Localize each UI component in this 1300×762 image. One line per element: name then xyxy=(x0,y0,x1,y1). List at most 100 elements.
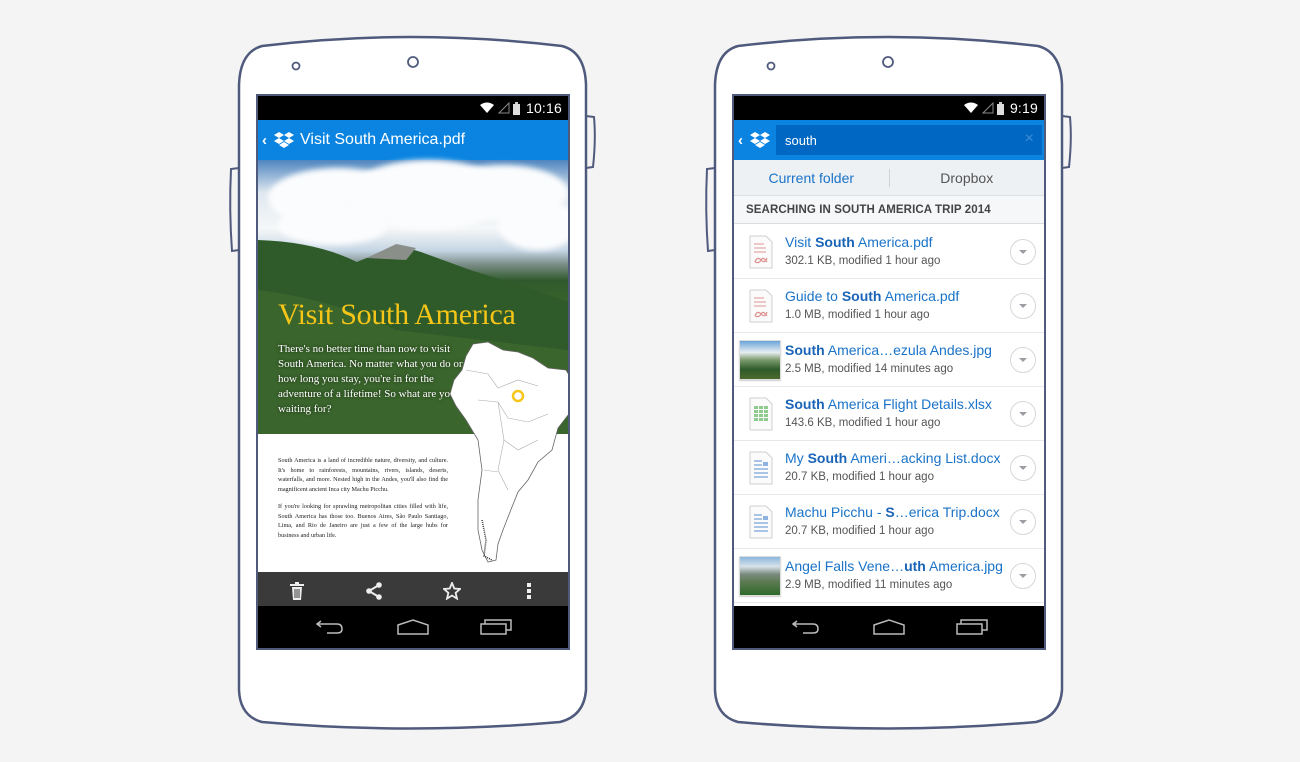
file-thumbnail xyxy=(744,450,776,486)
file-name-match: South xyxy=(807,450,848,466)
doc-intro: There's no better time than now to visit… xyxy=(278,343,463,415)
back-button[interactable]: ‹ xyxy=(262,132,272,149)
file-name-prefix: My xyxy=(785,450,808,466)
nav-recents-button[interactable] xyxy=(471,612,521,642)
doc-body: South America is a land of incredible na… xyxy=(278,456,448,548)
recents-icon xyxy=(480,619,513,635)
doc-heading: Visit South America xyxy=(278,298,516,331)
status-bar: 9:19 xyxy=(734,96,1044,120)
file-name-match: South xyxy=(785,342,825,358)
file-name-match: South xyxy=(815,234,855,250)
nav-home-button[interactable] xyxy=(388,612,438,642)
chevron-down-icon[interactable] xyxy=(1010,293,1036,319)
favorite-button[interactable] xyxy=(432,572,472,610)
status-time: 9:19 xyxy=(1009,100,1038,116)
dropbox-logo-icon[interactable] xyxy=(274,131,294,149)
chevron-down-icon[interactable] xyxy=(1010,239,1036,265)
file-name: My South Ameri…acking List.docx xyxy=(785,450,1001,466)
doc-paragraph: If you're looking for sprawling metropol… xyxy=(278,503,448,539)
file-meta: 2.5 MB, modified 14 minutes ago xyxy=(785,363,954,375)
wifi-icon xyxy=(963,102,978,113)
delete-button[interactable] xyxy=(277,572,317,610)
file-name-suffix: Ameri…acking List.docx xyxy=(847,450,1001,466)
search-scope-tabs: Current folder Dropbox xyxy=(734,160,1044,196)
file-name: Machu Picchu - S…erica Trip.docx xyxy=(785,504,1000,520)
chevron-down-icon[interactable] xyxy=(1010,509,1036,535)
doc-paragraph: South America is a land of incredible na… xyxy=(278,457,448,493)
file-thumbnail xyxy=(744,504,776,540)
search-result-row[interactable]: Angel Falls Vene…uth America.jpg 2.9 MB, … xyxy=(734,549,1044,603)
nav-home-button[interactable] xyxy=(864,612,914,642)
file-name-prefix: Guide to xyxy=(785,288,842,304)
file-name: South America Flight Details.xlsx xyxy=(785,396,992,412)
pdf-page[interactable]: Visit South America There's no better ti… xyxy=(258,160,568,572)
overflow-menu-icon xyxy=(527,583,532,599)
chevron-down-icon[interactable] xyxy=(1010,563,1036,589)
file-name: Visit South America.pdf xyxy=(785,234,933,250)
share-button[interactable] xyxy=(354,572,394,610)
file-name-match: South xyxy=(841,288,882,304)
chevron-down-icon[interactable] xyxy=(1010,347,1036,373)
star-icon xyxy=(442,582,461,600)
chevron-down-icon[interactable] xyxy=(1010,455,1036,481)
more-button[interactable] xyxy=(509,572,549,610)
file-meta: 302.1 KB, modified 1 hour ago xyxy=(785,255,941,267)
search-result-row[interactable]: Machu Picchu - S…erica Trip.docx 20.7 KB,… xyxy=(734,495,1044,549)
pdf-file-icon xyxy=(749,289,773,323)
search-result-row[interactable]: South America Flight Details.xlsx 143.6 K… xyxy=(734,387,1044,441)
nav-back-button[interactable] xyxy=(305,612,355,642)
search-location-header: SEARCHING IN SOUTH AMERICA TRIP 2014 xyxy=(734,196,1044,224)
search-result-row[interactable]: Guide to South America.pdf 1.0 MB, modifi… xyxy=(734,279,1044,333)
recents-icon xyxy=(956,619,989,635)
dropbox-logo-icon[interactable] xyxy=(750,131,770,149)
search-result-row[interactable]: South America…ezula Andes.jpg 2.5 MB, mod… xyxy=(734,333,1044,387)
document-title: Visit South America.pdf xyxy=(300,131,466,148)
search-results-list: Visit South America.pdf 302.1 KB, modifie… xyxy=(734,225,1044,603)
search-result-row[interactable]: Visit South America.pdf 302.1 KB, modifie… xyxy=(734,225,1044,279)
status-bar: 10:16 xyxy=(258,96,568,120)
file-name-prefix: Visit xyxy=(785,234,816,250)
trash-icon xyxy=(289,582,304,600)
tab-dropbox[interactable]: Dropbox xyxy=(890,170,1045,186)
action-bar xyxy=(258,572,568,610)
file-thumbnail xyxy=(744,234,776,270)
file-meta: 1.0 MB, modified 1 hour ago xyxy=(785,309,930,321)
chevron-down-icon[interactable] xyxy=(1010,401,1036,427)
file-thumbnail xyxy=(744,288,776,324)
nav-recents-button[interactable] xyxy=(947,612,997,642)
clear-search-icon[interactable]: × xyxy=(1025,129,1034,149)
pdf-file-icon xyxy=(749,235,773,269)
search-input[interactable] xyxy=(776,125,1042,155)
file-name: Guide to South America.pdf xyxy=(785,288,959,304)
file-name-suffix: America.pdf xyxy=(881,288,960,304)
right-phone-outline xyxy=(705,35,1072,730)
image-thumbnail xyxy=(740,341,780,379)
file-name-suffix: America.jpg xyxy=(925,558,1003,574)
status-time: 10:16 xyxy=(525,100,562,116)
south-america-map xyxy=(449,341,568,563)
file-name-suffix: America Flight Details.xlsx xyxy=(824,396,992,412)
pdf-viewer-screen: 10:16 ‹ Visit South America.pdf Visit So… xyxy=(256,94,570,650)
search-screen: 9:19 ‹ × Current folder Dropbox SEARCHIN… xyxy=(732,94,1046,650)
back-button[interactable]: ‹ xyxy=(738,132,748,149)
document-file-icon xyxy=(749,505,773,539)
image-thumbnail xyxy=(740,557,780,595)
system-nav-bar xyxy=(734,606,1044,648)
home-icon xyxy=(873,619,905,635)
file-name-suffix: America…ezula Andes.jpg xyxy=(824,342,992,358)
file-name-match: uth xyxy=(904,558,926,574)
file-meta: 20.7 KB, modified 1 hour ago xyxy=(785,471,934,483)
nav-back-button[interactable] xyxy=(781,612,831,642)
back-arrow-icon xyxy=(315,620,343,634)
tab-current-folder[interactable]: Current folder xyxy=(734,170,889,186)
battery-icon xyxy=(996,101,1004,115)
system-nav-bar xyxy=(258,606,568,648)
share-icon xyxy=(366,582,383,600)
file-thumbnail xyxy=(744,396,776,432)
search-result-row[interactable]: My South Ameri…acking List.docx 20.7 KB, … xyxy=(734,441,1044,495)
file-name-prefix: Angel Falls Vene… xyxy=(785,558,905,574)
file-thumbnail xyxy=(739,340,781,380)
signal-icon xyxy=(497,102,510,114)
app-bar: ‹ Visit South America.pdf xyxy=(258,120,568,160)
file-name-match: South xyxy=(785,396,825,412)
